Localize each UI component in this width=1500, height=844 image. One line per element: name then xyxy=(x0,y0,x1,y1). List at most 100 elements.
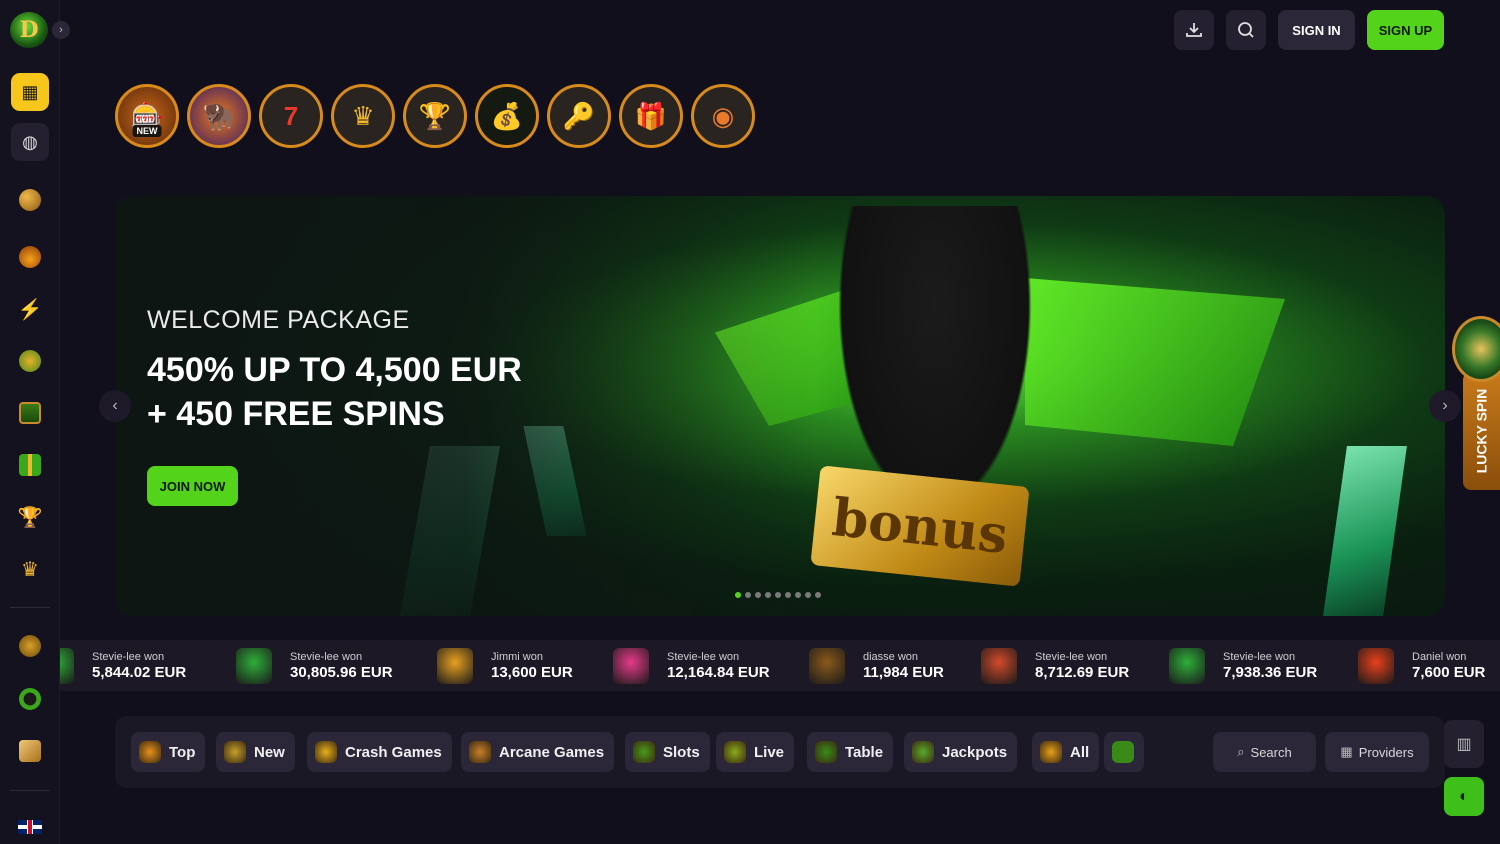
win-amount: 8,712.69 EUR xyxy=(1035,664,1130,681)
sidebar-item-casino[interactable]: ▦ xyxy=(11,73,49,111)
win-item[interactable]: Stevie-lee won 8,712.69 EUR xyxy=(981,648,1129,684)
category-new[interactable]: New xyxy=(216,732,295,772)
win-item[interactable]: Stevie-lee won 5,844.02 EUR xyxy=(60,648,186,684)
category-table[interactable]: Table xyxy=(807,732,894,772)
carousel-dot[interactable] xyxy=(745,592,751,598)
category-crash-games[interactable]: Crash Games xyxy=(307,732,452,772)
brand-logo[interactable]: D xyxy=(10,12,48,48)
category-live[interactable]: Live xyxy=(716,732,795,772)
sidebar-toggle-button[interactable]: › xyxy=(52,21,70,39)
story-trophy[interactable]: 🏆 xyxy=(403,84,467,148)
win-item[interactable]: Stevie-lee won 7,938.36 EUR xyxy=(1169,648,1317,684)
story-new-game[interactable]: 🎰 NEW xyxy=(115,84,179,148)
sidebar-item-slots[interactable] xyxy=(11,394,49,432)
lucky-wheel-icon[interactable] xyxy=(1452,316,1500,382)
category-label: Crash Games xyxy=(345,743,442,761)
sidebar-item-support[interactable] xyxy=(11,680,49,718)
category-jackpots[interactable]: Jackpots xyxy=(904,732,1018,772)
basketball-icon: ◍ xyxy=(22,131,38,152)
download-button[interactable] xyxy=(1174,10,1214,50)
sidebar-item-sports[interactable]: ◍ xyxy=(11,123,49,161)
sidebar-item-chat[interactable] xyxy=(11,627,49,665)
sidebar-item-live[interactable] xyxy=(11,342,49,380)
win-item[interactable]: Daniel won 7,600 EUR xyxy=(1358,648,1485,684)
gift-icon: 🎁 xyxy=(634,100,668,131)
join-now-button[interactable]: JOIN NOW xyxy=(147,466,238,506)
story-buffalo-power[interactable]: 🦬 xyxy=(187,84,251,148)
category-more[interactable] xyxy=(1104,732,1144,772)
sidebar-item-bonuses[interactable] xyxy=(11,446,49,484)
carousel-dot[interactable] xyxy=(815,592,821,598)
carousel-dot[interactable] xyxy=(775,592,781,598)
game-thumbnail xyxy=(981,648,1017,684)
dragon-wing-right xyxy=(1025,278,1285,446)
search-icon xyxy=(1238,22,1254,38)
banner-subtitle: WELCOME PACKAGE xyxy=(147,306,410,334)
carousel-dot[interactable] xyxy=(785,592,791,598)
promo-banner[interactable]: bonus WELCOME PACKAGE 450% UP TO 4,500 E… xyxy=(115,196,1445,616)
category-all[interactable]: All xyxy=(1032,732,1100,772)
new-badge: NEW xyxy=(132,125,162,137)
story-wheel[interactable]: ◉ xyxy=(691,84,755,148)
carousel-next-button[interactable]: › xyxy=(1429,390,1461,422)
lightning-icon xyxy=(315,741,337,763)
slot-box-icon xyxy=(633,741,655,763)
game-thumbnail xyxy=(60,648,74,684)
carousel-dot[interactable] xyxy=(755,592,761,598)
story-gift[interactable]: 🎁 xyxy=(619,84,683,148)
game-thumbnail xyxy=(437,648,473,684)
chips-icon xyxy=(19,350,41,372)
story-slots-777[interactable]: 7 xyxy=(259,84,323,148)
lucky-spin-tab[interactable]: LUCKY SPIN xyxy=(1463,372,1500,490)
banner-headline-line1: 450% UP TO 4,500 EUR xyxy=(147,351,522,389)
search-button[interactable] xyxy=(1226,10,1266,50)
carousel-prev-button[interactable]: ‹ xyxy=(99,390,131,422)
download-icon xyxy=(1186,23,1202,37)
category-arcane-games[interactable]: Arcane Games xyxy=(461,732,615,772)
win-text: Stevie-lee won 5,844.02 EUR xyxy=(92,650,186,682)
carousel-dot[interactable] xyxy=(735,592,741,598)
sidebar: D › ▦ ◍ ⚡ 🏆 ♛ xyxy=(0,0,70,844)
category-top[interactable]: Top xyxy=(131,732,206,772)
win-item[interactable]: diasse won 11,984 EUR xyxy=(809,648,944,684)
sign-up-button[interactable]: SIGN UP xyxy=(1367,10,1444,50)
sidebar-item-tournaments[interactable]: 🏆 xyxy=(11,498,49,536)
game-thumbnail xyxy=(1169,648,1205,684)
slot-machine-icon: ▦ xyxy=(21,81,39,102)
carousel-dot[interactable] xyxy=(805,592,811,598)
win-item[interactable]: Stevie-lee won 12,164.84 EUR xyxy=(613,648,770,684)
carousel-dot[interactable] xyxy=(795,592,801,598)
win-item[interactable]: Stevie-lee won 30,805.96 EUR xyxy=(236,648,393,684)
sidebar-divider xyxy=(10,607,50,608)
crown-icon: ♛ xyxy=(351,100,375,131)
category-label: New xyxy=(254,743,285,761)
sidebar-item-hot[interactable] xyxy=(11,238,49,276)
sidebar-item-search[interactable] xyxy=(11,181,49,219)
carousel-dots[interactable] xyxy=(735,592,821,598)
fire-icon xyxy=(139,741,161,763)
sidebar-item-crash[interactable]: ⚡ xyxy=(11,290,49,328)
story-crown[interactable]: ♛ xyxy=(331,84,395,148)
live-support-button[interactable]: ◐ xyxy=(1444,777,1484,816)
m-logo-icon xyxy=(1112,741,1134,763)
win-text: diasse won 11,984 EUR xyxy=(863,650,944,682)
search-games-button[interactable]: ⌕ Search xyxy=(1213,732,1316,772)
providers-button[interactable]: ▦ Providers xyxy=(1325,732,1429,772)
sidebar-item-vip[interactable]: ♛ xyxy=(11,550,49,588)
win-item[interactable]: Jimmi won 13,600 EUR xyxy=(437,648,573,684)
search-icon: ⌕ xyxy=(1237,744,1245,759)
category-bar: All Jackpots Table Live Slots Arcane Games Cra… xyxy=(115,716,1445,788)
logo-letter: D xyxy=(19,17,39,43)
sign-in-button[interactable]: SIGN IN xyxy=(1278,10,1355,50)
crystal-graphic xyxy=(1323,446,1407,616)
story-money-stack[interactable]: 💰 xyxy=(475,84,539,148)
story-key[interactable]: 🔑 xyxy=(547,84,611,148)
game-thumbnail xyxy=(809,648,845,684)
language-flag-icon[interactable] xyxy=(18,820,42,834)
winner-name: diasse won xyxy=(863,651,919,663)
stats-button[interactable]: ▥ xyxy=(1444,720,1484,768)
carousel-dot[interactable] xyxy=(765,592,771,598)
category-slots[interactable]: Slots xyxy=(625,732,710,772)
sidebar-item-rules[interactable] xyxy=(11,732,49,770)
win-amount: 30,805.96 EUR xyxy=(290,664,393,681)
